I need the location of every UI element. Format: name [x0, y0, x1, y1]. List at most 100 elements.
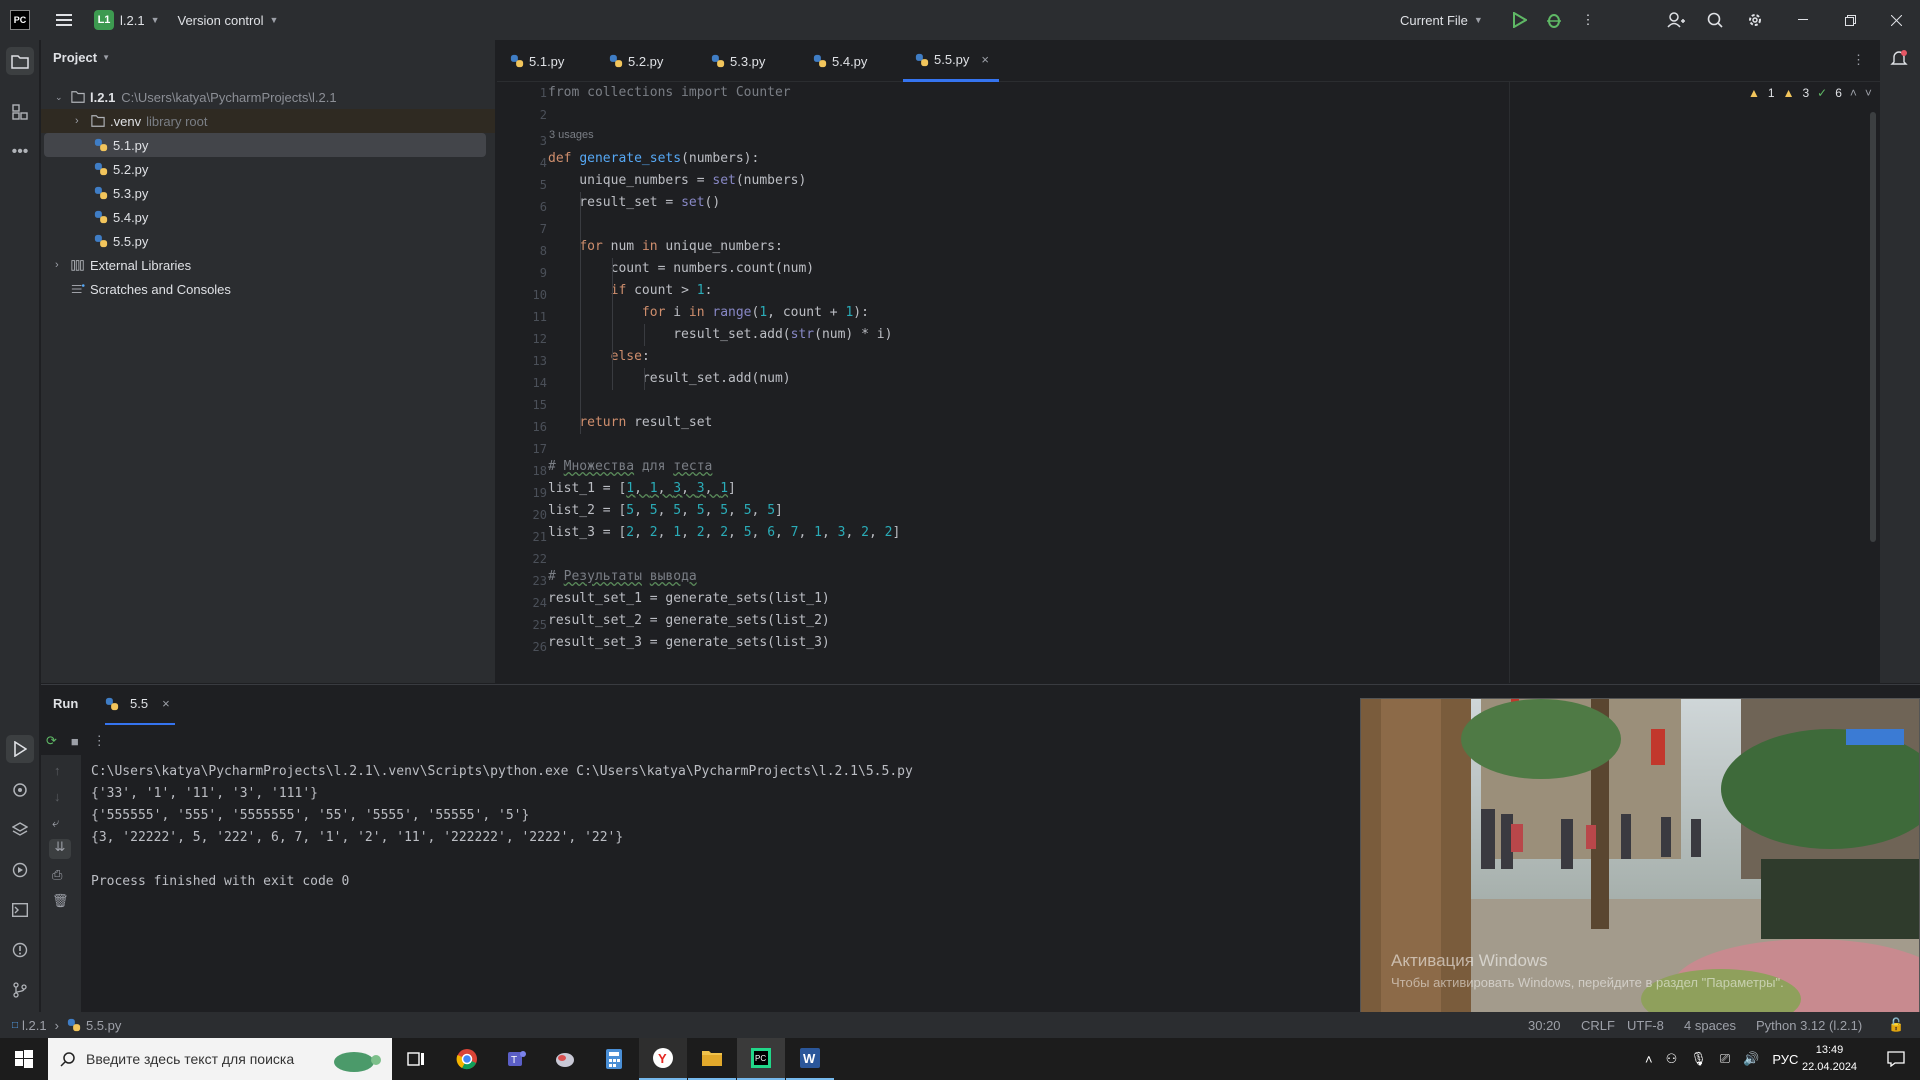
layers-icon[interactable] — [6, 816, 34, 844]
code-line-12: else: — [610, 349, 650, 364]
clear-trash-icon[interactable]: 🗑 — [52, 893, 69, 909]
terminal-icon[interactable] — [6, 896, 34, 924]
warn2-count: 3 — [1802, 86, 1810, 100]
pycharm-taskbar-icon[interactable]: PC — [737, 1038, 785, 1080]
tree-venv[interactable]: › .venv library root — [41, 109, 495, 133]
line-number: 9 — [539, 266, 547, 280]
app-bird-icon[interactable] — [541, 1038, 589, 1080]
notification-center-icon[interactable] — [1872, 1038, 1920, 1080]
editor-tab[interactable]: 5.5.py × — [903, 40, 1000, 82]
line-separator[interactable]: CRLF — [1581, 1018, 1615, 1033]
search-icon[interactable] — [1703, 0, 1727, 40]
tree-file-item[interactable]: 5.4.py — [41, 205, 148, 229]
run-button[interactable] — [1508, 0, 1532, 40]
run-config-widget[interactable]: Current File ▼ — [1400, 0, 1483, 40]
code-line-5: result_set = set() — [548, 195, 721, 210]
git-branch-icon[interactable] — [6, 976, 34, 1004]
python-interpreter[interactable]: Python 3.12 (l.2.1) — [1756, 1018, 1862, 1033]
editor-tab[interactable]: 5.4.py — [813, 40, 867, 82]
python-packages-icon[interactable] — [6, 776, 34, 804]
tree-root[interactable]: ⌄ l.2.1 C:\Users\katya\PycharmProjects\l… — [55, 85, 337, 109]
project-panel-header[interactable]: Project ▼ — [53, 50, 110, 65]
word-icon[interactable]: W — [786, 1038, 834, 1080]
file-explorer-icon[interactable] — [688, 1038, 736, 1080]
tray-chevron-up-icon[interactable]: ˄ — [1645, 1052, 1653, 1067]
more-actions-icon[interactable]: ⋮ — [1578, 0, 1598, 40]
editor-tab[interactable]: 5.3.py — [711, 40, 765, 82]
tree-scratches[interactable]: Scratches and Consoles — [71, 277, 231, 301]
network-icon[interactable]: ⎚ — [1720, 1051, 1730, 1067]
file-name: 5.4.py — [113, 209, 149, 225]
version-control-widget[interactable]: Version control ▼ — [178, 0, 279, 40]
lock-icon[interactable]: 🔓 — [1888, 1017, 1904, 1033]
chevron-down-icon[interactable]: ˅ — [1865, 86, 1872, 100]
editor-tab[interactable]: 5.2.py — [609, 40, 663, 82]
stop-icon[interactable]: ■ — [71, 734, 79, 749]
yandex-browser-icon[interactable]: Y — [639, 1038, 687, 1080]
project-tool-icon[interactable] — [6, 47, 34, 75]
main-menu-icon[interactable] — [44, 0, 84, 40]
minimize-button[interactable] — [1790, 0, 1816, 40]
breadcrumb-project[interactable]: l.2.1 — [22, 1018, 47, 1033]
task-view-icon[interactable] — [392, 1038, 440, 1080]
debug-button[interactable] — [1542, 0, 1566, 40]
tree-external-libraries[interactable]: › External Libraries — [55, 253, 191, 277]
tree-file-item[interactable]: 5.5.py — [41, 229, 148, 253]
file-encoding[interactable]: UTF-8 — [1627, 1018, 1664, 1033]
caret-position[interactable]: 30:20 — [1528, 1018, 1561, 1033]
teams-icon[interactable]: T — [492, 1038, 540, 1080]
scroll-to-end-icon[interactable]: ⇊ — [49, 839, 71, 859]
services-icon[interactable] — [6, 856, 34, 884]
tabs-more-icon[interactable]: ⋮ — [1852, 52, 1865, 68]
tree-file-item[interactable]: 5.1.py — [44, 133, 486, 157]
close-tab-icon[interactable]: × — [981, 52, 989, 67]
run-more-icon[interactable]: ⋮ — [93, 733, 106, 749]
run-tab-title[interactable]: Run — [53, 696, 78, 711]
chrome-icon[interactable] — [443, 1038, 491, 1080]
language-indicator[interactable]: РУС — [1772, 1052, 1798, 1067]
add-user-icon[interactable] — [1664, 0, 1688, 40]
console-line: {'33', '1', '11', '3', '111'} — [91, 786, 318, 801]
breadcrumb-file[interactable]: 5.5.py — [86, 1018, 121, 1033]
editor-scrollbar[interactable] — [1870, 112, 1876, 542]
tree-file-item[interactable]: 5.3.py — [41, 181, 148, 205]
scroll-up-icon[interactable]: ↑ — [54, 763, 61, 778]
scroll-down-icon[interactable]: ↓ — [54, 789, 61, 804]
project-widget[interactable]: L1 l.2.1 ▼ — [94, 0, 160, 40]
clock-date: 22.04.2024 — [1802, 1061, 1858, 1073]
settings-gear-icon[interactable] — [1743, 0, 1767, 40]
video-overlay[interactable]: Активация Windows Чтобы активировать Win… — [1360, 698, 1920, 1014]
close-window-button[interactable] — [1883, 0, 1909, 40]
volume-icon[interactable]: 🔊 — [1743, 1051, 1759, 1067]
code-line-15: return result_set — [579, 415, 713, 430]
run-config-tab[interactable]: 5.5 × — [105, 696, 170, 711]
microphone-icon[interactable]: 🎙 — [1690, 1051, 1707, 1067]
calculator-icon[interactable] — [590, 1038, 638, 1080]
line-number: 17 — [532, 442, 547, 456]
indent-setting[interactable]: 4 spaces — [1684, 1018, 1736, 1033]
tray-app-icon[interactable]: ⚇ — [1666, 1051, 1678, 1067]
editor-tab[interactable]: 5.1.py — [510, 40, 564, 82]
rerun-icon[interactable]: ⟳ — [46, 733, 57, 749]
problems-icon[interactable] — [6, 936, 34, 964]
clock[interactable]: 13:49 22.04.2024 — [1802, 1042, 1857, 1076]
usages-hint[interactable]: 3 usages — [549, 129, 594, 141]
project-panel-title: Project — [53, 50, 98, 65]
restore-button[interactable] — [1837, 0, 1863, 40]
chevron-up-icon[interactable]: ˄ — [1850, 86, 1857, 100]
close-tab-icon[interactable]: × — [162, 696, 170, 711]
run-tool-icon[interactable] — [6, 735, 34, 763]
inspection-widget[interactable]: ▲ 1 ▲ 3 ✓ 6 ˄ ˅ — [1748, 86, 1872, 100]
structure-tool-icon[interactable] — [6, 98, 34, 126]
print-icon[interactable]: ⎙ — [52, 867, 62, 883]
code-line-7: for num in unique_numbers: — [579, 239, 783, 254]
tree-file-item[interactable]: 5.2.py — [41, 157, 148, 181]
windows-start-icon[interactable] — [0, 1038, 48, 1080]
file-name: 5.2.py — [113, 161, 149, 177]
ok-count: 6 — [1835, 86, 1842, 100]
notifications-bell-icon[interactable] — [1890, 49, 1908, 70]
line-number: 8 — [539, 244, 547, 258]
soft-wrap-icon[interactable]: ⤶ — [52, 815, 59, 831]
more-tools-icon[interactable]: ••• — [6, 138, 34, 166]
taskbar-search-box[interactable]: Введите здесь текст для поиска — [48, 1038, 392, 1080]
